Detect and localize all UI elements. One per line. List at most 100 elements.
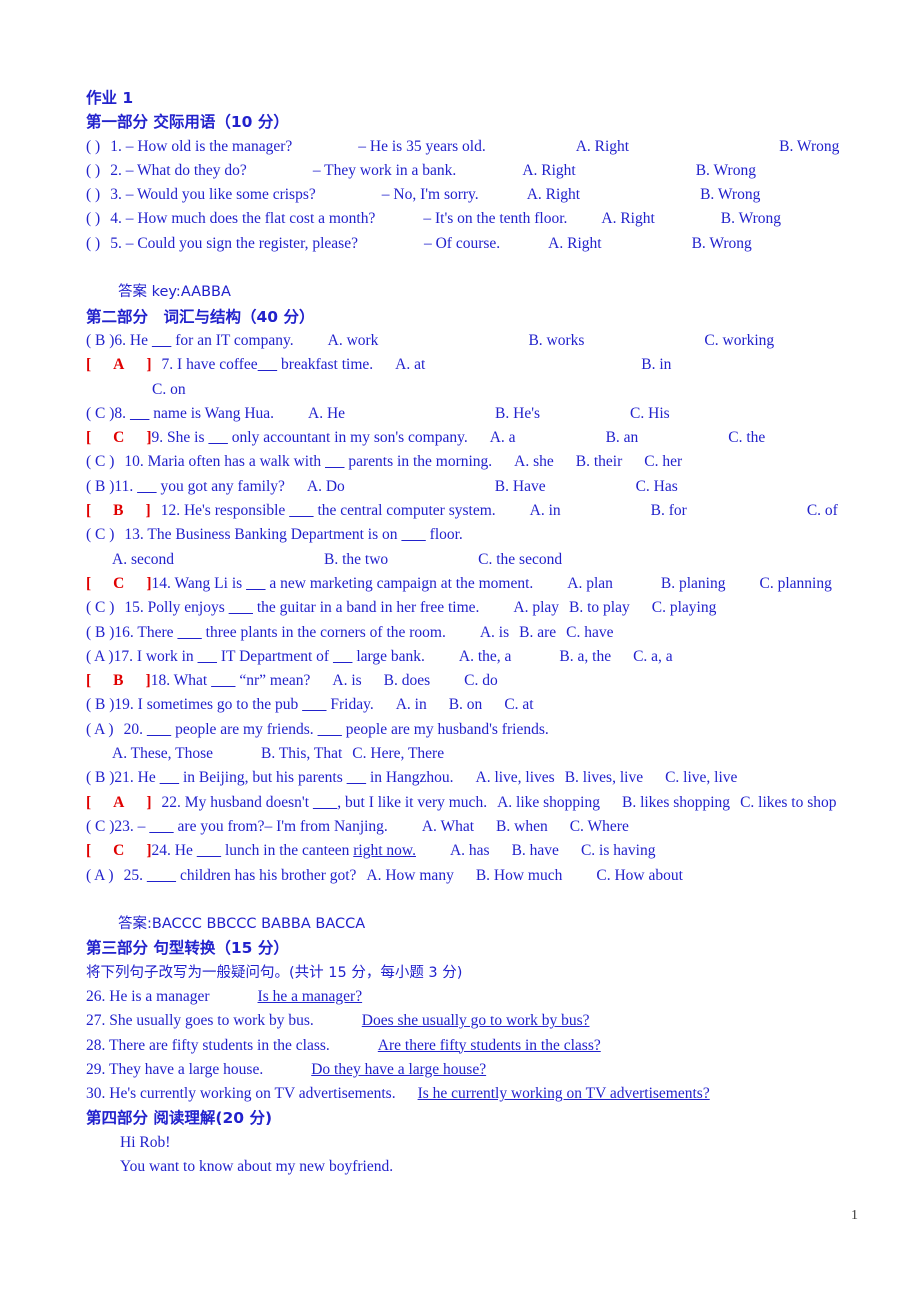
option-a[interactable]: A. she (514, 453, 554, 470)
answer-bracket[interactable]: ( C ) (86, 453, 114, 470)
option-b[interactable]: B. for (651, 502, 687, 519)
option-a[interactable]: A. plan (567, 575, 613, 592)
marked-answer[interactable]: A (113, 356, 124, 373)
option-a[interactable]: A. is (332, 672, 361, 689)
answer-bracket[interactable]: ( C ) (86, 818, 114, 835)
option-b[interactable]: B. are (519, 624, 556, 641)
option-b[interactable]: B. How much (476, 867, 563, 884)
answer-bracket[interactable]: ( C ) (86, 599, 114, 616)
option-b[interactable]: B. Wrong (696, 162, 756, 179)
option-a[interactable]: A. has (450, 842, 490, 859)
option-c[interactable]: C. planning (760, 575, 832, 592)
option-b[interactable]: B. a, the (559, 648, 611, 665)
answer-bracket[interactable]: ( ) (86, 210, 100, 227)
item-answer[interactable]: Does she usually go to work by bus? (362, 1012, 590, 1029)
marked-answer[interactable]: A (113, 794, 124, 811)
answer-bracket[interactable]: ( C ) (86, 405, 114, 422)
marked-answer[interactable]: C (113, 842, 124, 859)
option-c[interactable]: C. is having (581, 842, 656, 859)
option-c[interactable]: C. Has (636, 478, 678, 495)
option-a[interactable]: A. a (490, 429, 516, 446)
marked-answer[interactable]: B (113, 502, 123, 519)
option-b[interactable]: B. an (606, 429, 639, 446)
option-b[interactable]: B. Have (495, 478, 546, 495)
item-answer[interactable]: Do they have a large house? (311, 1061, 486, 1078)
answer-bracket[interactable]: ( B ) (86, 478, 114, 495)
answer-bracket[interactable]: ( B ) (86, 696, 114, 713)
option-a[interactable]: A. Right (576, 138, 629, 155)
answer-bracket[interactable]: ( ) (86, 138, 100, 155)
option-a[interactable]: A. What (422, 818, 474, 835)
option-c[interactable]: C. His (630, 405, 670, 422)
option-a[interactable]: A. work (328, 332, 379, 349)
answer-bracket[interactable]: ( B ) (86, 769, 114, 786)
marked-answer[interactable]: B (113, 672, 123, 689)
option-c[interactable]: C. How about (596, 867, 683, 884)
option-b[interactable]: B. to play (569, 599, 630, 616)
option-c[interactable]: C. working (704, 332, 774, 349)
option-b[interactable]: B. does (384, 672, 431, 689)
option-b[interactable]: B. This, That (261, 745, 342, 762)
option-a[interactable]: A. Do (307, 478, 345, 495)
option-b[interactable]: B. planing (661, 575, 726, 592)
option-b[interactable]: B. He's (495, 405, 540, 422)
answer-bracket[interactable]: ( B ) (86, 624, 114, 641)
item-answer[interactable]: Is he currently working on TV advertisem… (418, 1085, 710, 1102)
option-b[interactable]: B. on (449, 696, 483, 713)
answer-bracket[interactable]: ( A ) (86, 721, 114, 738)
option-b[interactable]: B. lives, live (565, 769, 643, 786)
answer-bracket[interactable]: ( ) (86, 235, 100, 252)
option-a[interactable]: A. the, a (459, 648, 512, 665)
option-b[interactable]: B. the two (324, 551, 388, 568)
option-b[interactable]: B. their (576, 453, 623, 470)
option-b[interactable]: B. Wrong (779, 138, 839, 155)
option-a[interactable]: A. play (513, 599, 559, 616)
option-c[interactable]: C. a, a (633, 648, 673, 665)
option-b[interactable]: B. have (512, 842, 559, 859)
option-a[interactable]: A. at (395, 356, 425, 373)
option-c[interactable]: C. Where (570, 818, 629, 835)
option-a[interactable]: A. is (480, 624, 509, 641)
option-c[interactable]: C. the (728, 429, 765, 446)
option-a[interactable]: A. second (112, 551, 174, 568)
option-a[interactable]: A. These, Those (112, 745, 213, 762)
marked-answer[interactable]: C (113, 575, 124, 592)
item-answer[interactable]: Are there fifty students in the class? (378, 1037, 601, 1054)
option-b[interactable]: B. in (641, 356, 671, 373)
item-answer[interactable]: Is he a manager? (258, 988, 363, 1005)
option-a[interactable]: A. He (308, 405, 345, 422)
option-c[interactable]: C. have (566, 624, 613, 641)
option-a[interactable]: A. Right (522, 162, 575, 179)
option-b[interactable]: B. when (496, 818, 548, 835)
option-a[interactable]: A. live, lives (476, 769, 555, 786)
option-c[interactable]: C. playing (652, 599, 717, 616)
option-a[interactable]: A. Right (527, 186, 580, 203)
option-a[interactable]: A. Right (601, 210, 654, 227)
option-b[interactable]: B. likes shopping (622, 794, 730, 811)
option-c[interactable]: C. do (464, 672, 498, 689)
option-a[interactable]: A. in (396, 696, 427, 713)
option-c[interactable]: C. the second (478, 551, 562, 568)
option-a[interactable]: A. Right (548, 235, 601, 252)
option-c[interactable]: C. of (807, 502, 838, 519)
option-c[interactable]: C. live, live (665, 769, 737, 786)
answer-bracket[interactable]: ( ) (86, 162, 100, 179)
option-c[interactable]: C. at (504, 696, 533, 713)
option-b[interactable]: B. works (528, 332, 584, 349)
answer-bracket[interactable]: ( A ) (86, 867, 114, 884)
marked-answer[interactable]: C (113, 429, 124, 446)
answer-bracket[interactable]: ( C ) (86, 526, 114, 543)
option-c[interactable]: C. Here, There (352, 745, 444, 762)
option-a[interactable]: A. in (530, 502, 561, 519)
option-a[interactable]: A. like shopping (497, 794, 600, 811)
answer-bracket[interactable]: ( B ) (86, 332, 114, 349)
answer-bracket[interactable]: ( ) (86, 186, 100, 203)
option-b[interactable]: B. Wrong (700, 186, 760, 203)
option-b[interactable]: B. Wrong (692, 235, 752, 252)
option-c[interactable]: C. on (152, 381, 186, 398)
option-b[interactable]: B. Wrong (721, 210, 781, 227)
answer-bracket[interactable]: ( A ) (86, 648, 114, 665)
option-c[interactable]: C. her (644, 453, 682, 470)
option-a[interactable]: A. How many (366, 867, 453, 884)
option-c[interactable]: C. likes to shop (740, 794, 836, 811)
